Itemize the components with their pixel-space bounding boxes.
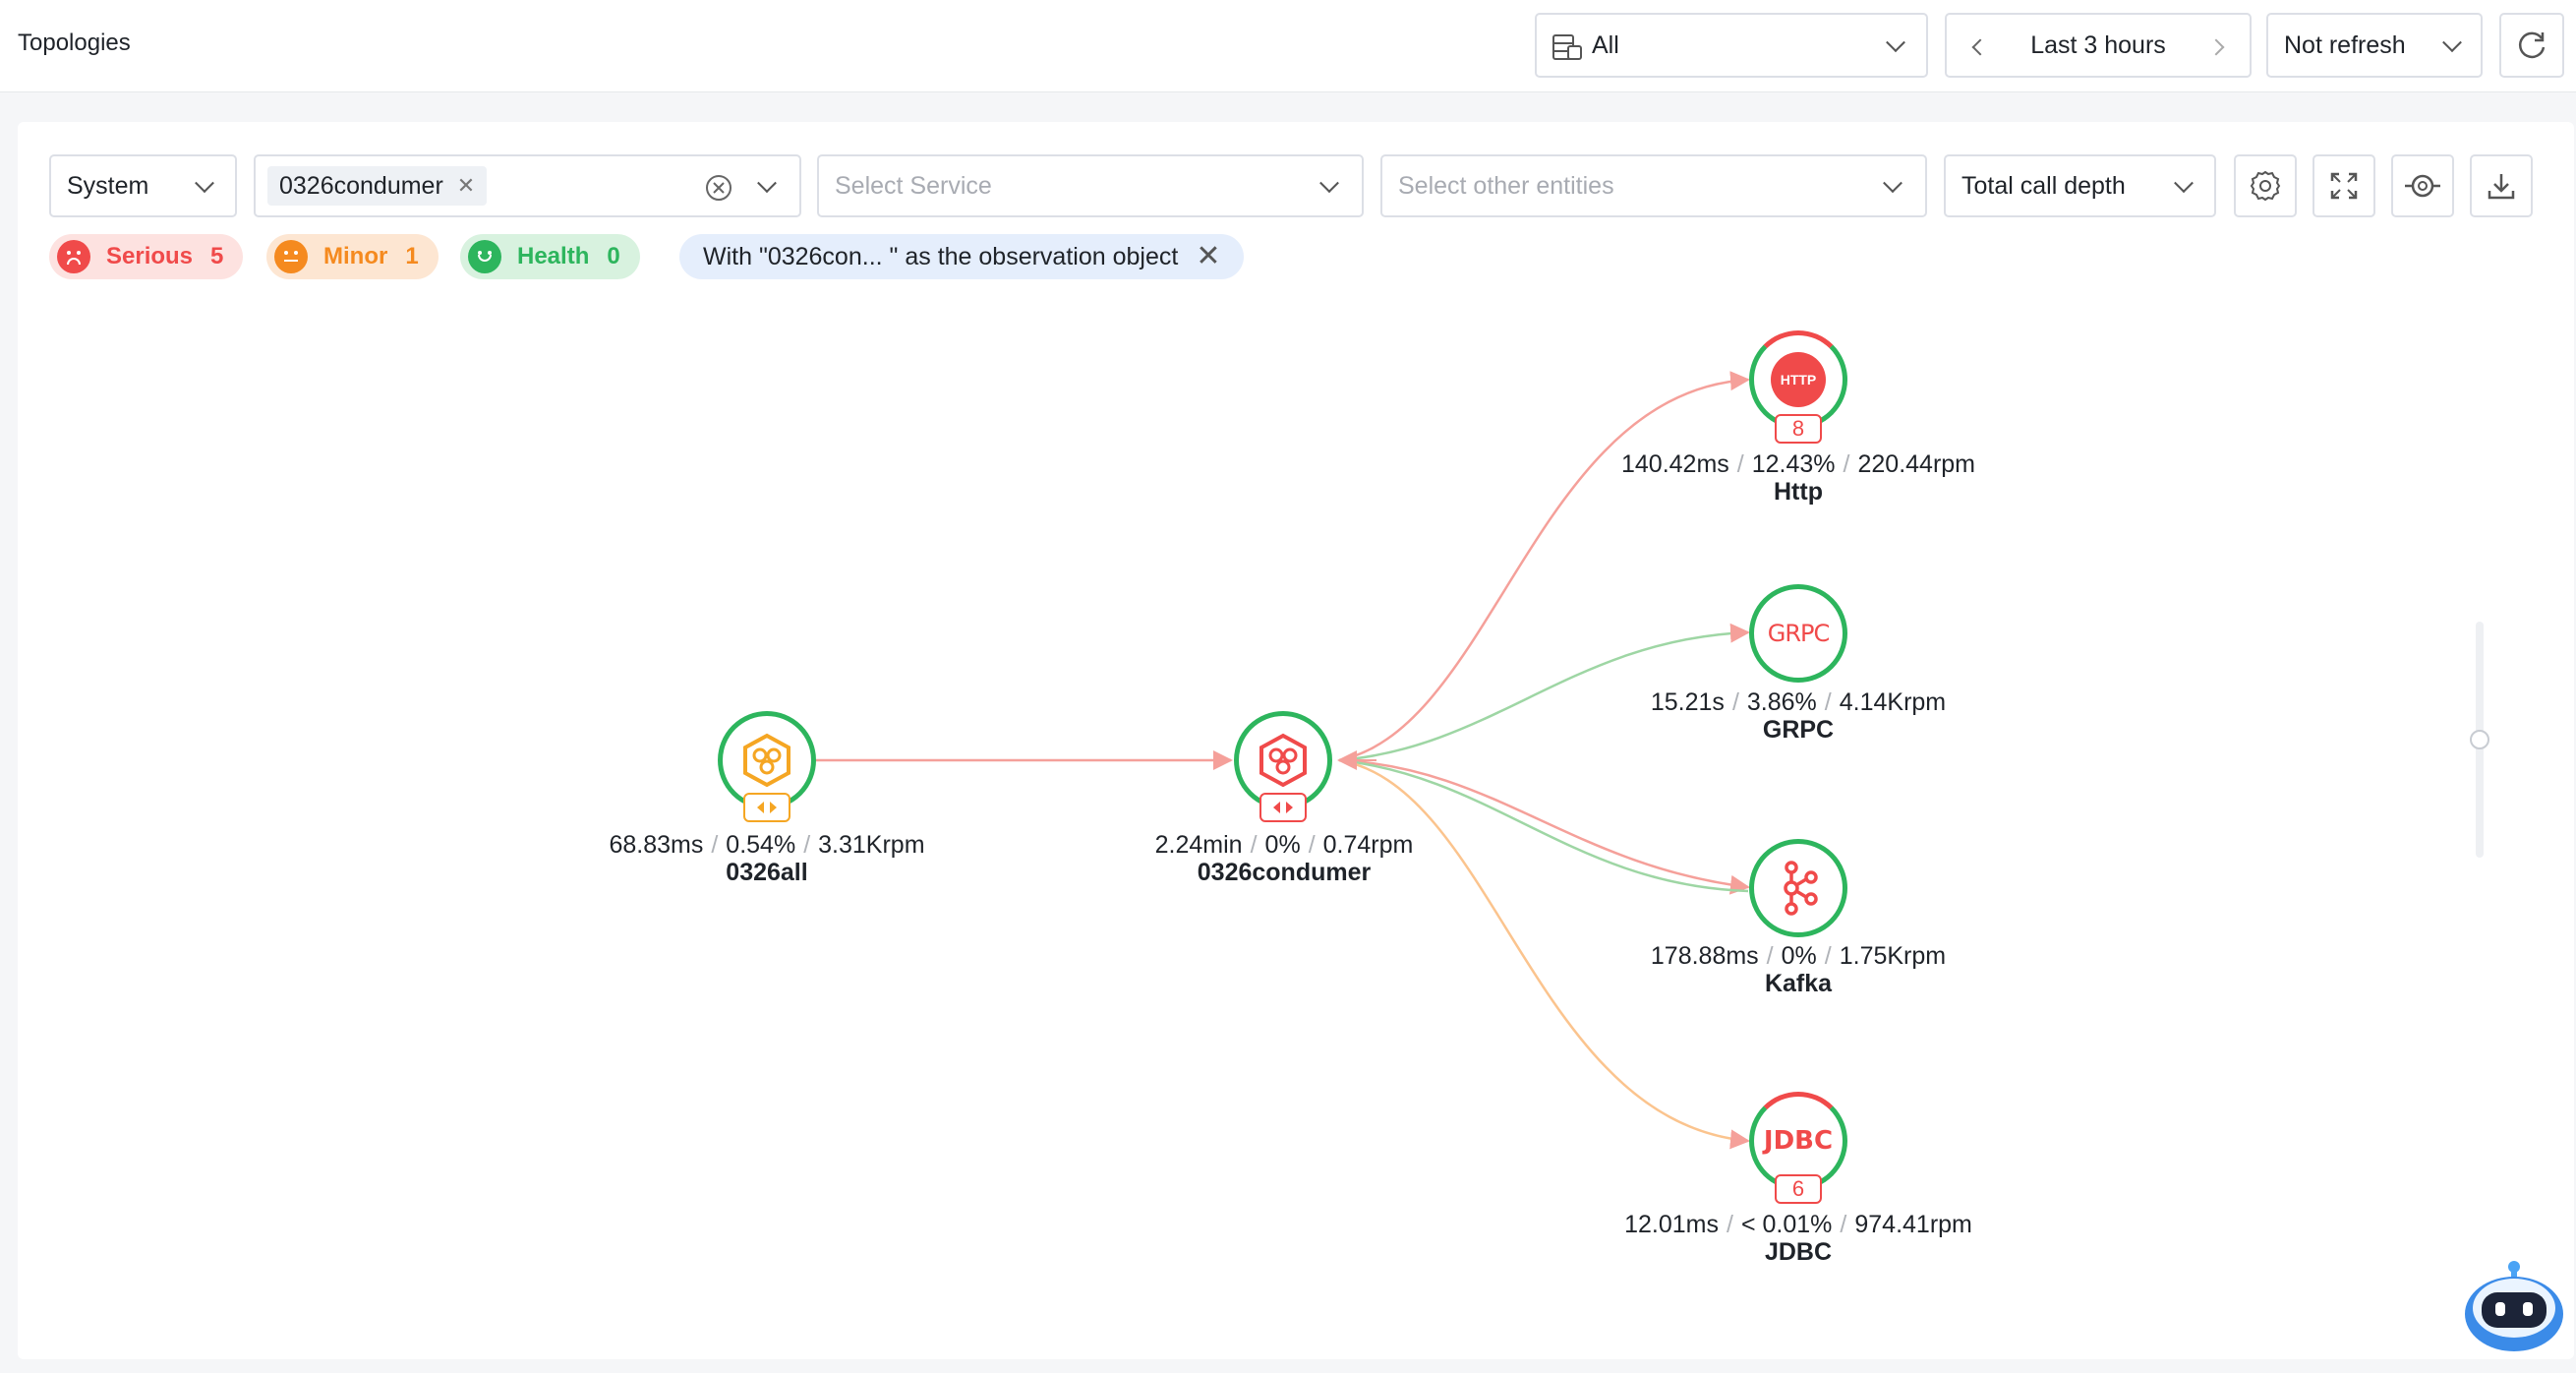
- code-arrows-icon: [1273, 802, 1293, 813]
- node-jdbc-count-badge: 6: [1775, 1174, 1822, 1204]
- kafka-icon: [1784, 861, 1818, 916]
- node-0326condumer-metrics: 2.24min/0%/0.74rpm: [1154, 831, 1414, 859]
- node-kafka-name: Kafka: [1764, 970, 1833, 997]
- node-kafka-metrics: 178.88ms/0%/1.75Krpm: [1650, 942, 1947, 970]
- node-0326all-metrics: 68.83ms/0.54%/3.31Krpm: [609, 831, 925, 859]
- service-hexagon-icon: [1259, 733, 1307, 788]
- topology-edges: [816, 371, 1750, 1150]
- robot-assistant-icon: [2465, 1261, 2563, 1351]
- node-kafka[interactable]: [1749, 839, 1847, 937]
- node-grpc[interactable]: GRPC: [1749, 584, 1847, 683]
- code-arrows-icon: [757, 802, 777, 813]
- zoom-slider-handle[interactable]: [2470, 730, 2489, 749]
- node-0326all-name: 0326all: [726, 859, 808, 886]
- service-hexagon-icon: [743, 733, 790, 788]
- node-http-count-badge: 8: [1775, 414, 1822, 444]
- edge-condumer-to-kafka-b[interactable]: [1338, 758, 1749, 893]
- assistant-robot-button[interactable]: [2460, 1257, 2568, 1355]
- node-http-metrics: 140.42ms/12.43%/220.44rpm: [1620, 450, 1976, 478]
- node-grpc-metrics: 15.21s/3.86%/4.14Krpm: [1650, 688, 1947, 716]
- node-grpc-name: GRPC: [1762, 716, 1835, 744]
- http-icon: HTTP: [1771, 352, 1826, 407]
- jdbc-icon: JDBC: [1763, 1126, 1834, 1156]
- node-http-name: Http: [1774, 478, 1823, 506]
- grpc-icon: GRPC: [1767, 620, 1831, 647]
- node-0326all-type-badge: [743, 793, 790, 822]
- edge-condumer-to-kafka-a[interactable]: [1338, 758, 1750, 895]
- node-jdbc-name: JDBC: [1764, 1238, 1833, 1266]
- node-0326condumer-type-badge: [1259, 793, 1307, 822]
- node-jdbc-metrics: 12.01ms / < 0.01%/974.41rpm: [1624, 1211, 1972, 1238]
- node-0326condumer-name: 0326condumer: [1197, 859, 1372, 886]
